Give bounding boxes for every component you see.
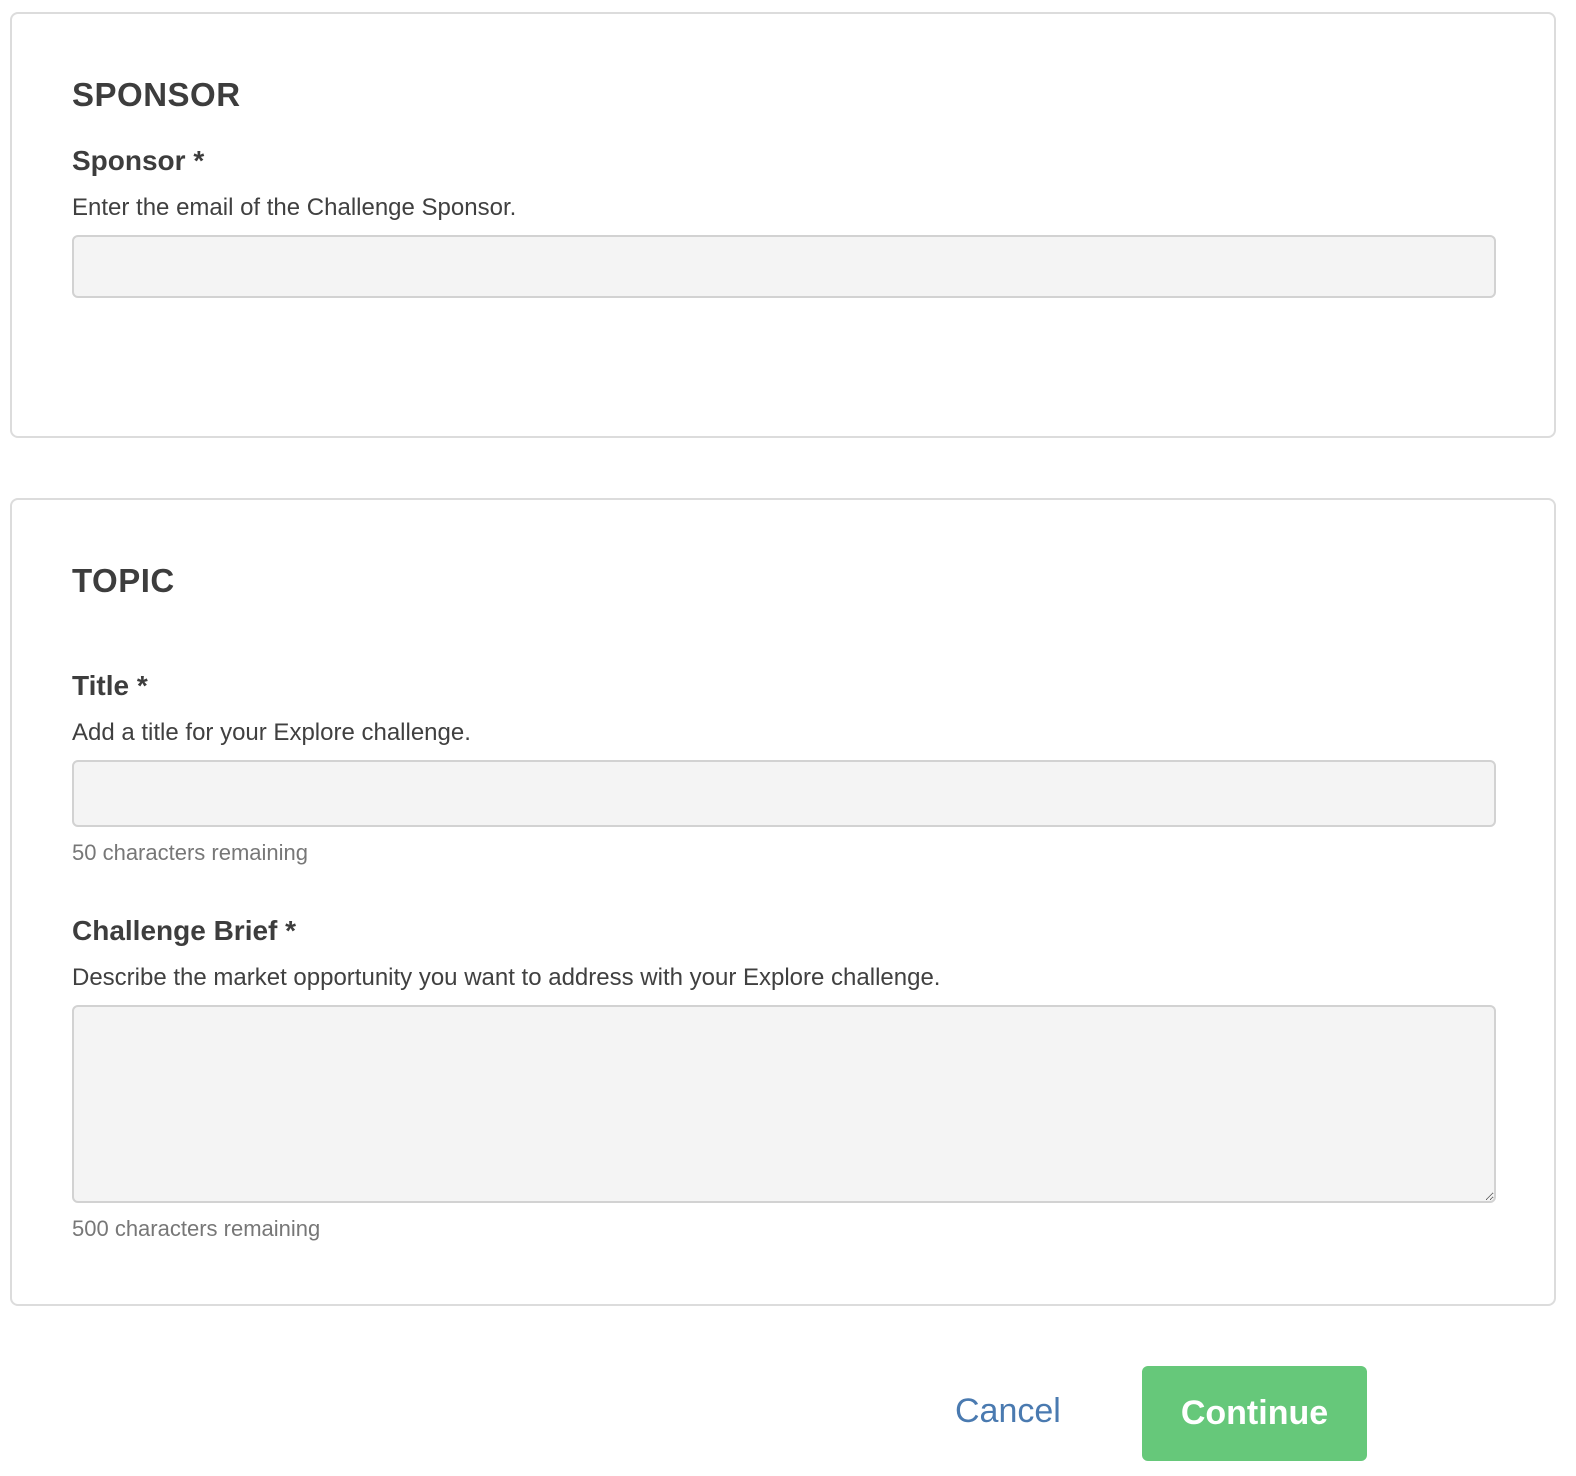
title-field-label: Title * [72,670,148,701]
continue-button[interactable]: Continue [1142,1366,1367,1461]
sponsor-field-help: Enter the email of the Challenge Sponsor… [72,194,517,221]
sponsor-email-input[interactable] [72,235,1496,298]
title-char-counter: 50 characters remaining [72,840,309,865]
brief-char-counter: 500 characters remaining [72,1216,321,1241]
sponsor-field-label: Sponsor * [72,145,205,176]
sponsor-card: SPONSOR Sponsor * Enter the email of the… [10,12,1556,438]
brief-field-label: Challenge Brief * [72,915,297,946]
sponsor-section-title: SPONSOR [72,76,241,113]
title-field-help: Add a title for your Explore challenge. [72,719,471,746]
topic-section-title: TOPIC [72,562,175,599]
challenge-brief-textarea[interactable] [72,1005,1496,1203]
topic-card: TOPIC Title * Add a title for your Explo… [10,498,1556,1306]
brief-field-help: Describe the market opportunity you want… [72,964,941,991]
title-input[interactable] [72,760,1496,827]
cancel-link[interactable]: Cancel [955,1392,1061,1431]
